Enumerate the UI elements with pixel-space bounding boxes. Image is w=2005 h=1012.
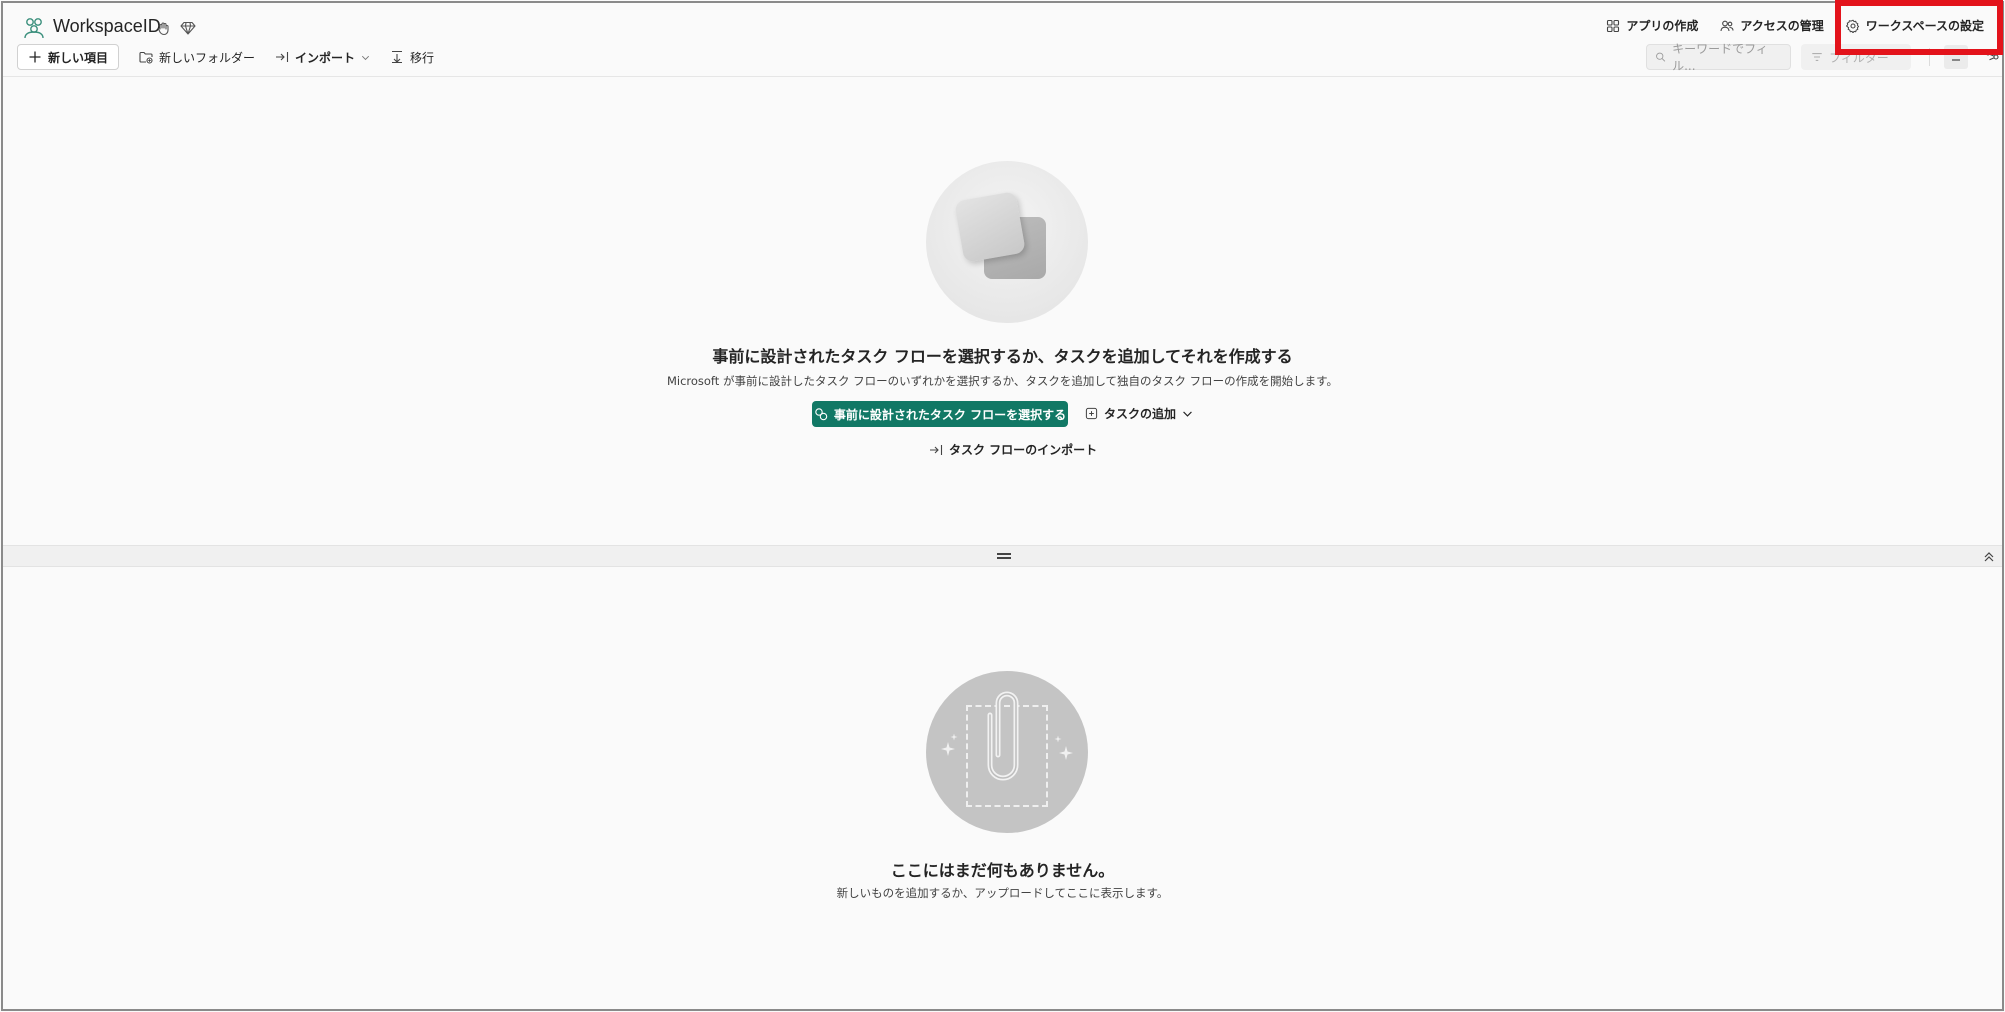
sparkle-icon (941, 742, 955, 756)
import-arrow-icon (276, 52, 289, 62)
sparkle-small-icon (950, 733, 958, 741)
add-task-label: タスクの追加 (1104, 407, 1177, 421)
import-task-flow-label: タスク フローのインポート (949, 443, 1098, 457)
filter-icon (1812, 53, 1822, 61)
sparkle-icon (1059, 746, 1073, 760)
sparkle-small-icon (1054, 735, 1062, 743)
toolbar: 新しい項目 新しいフォルダー インポート 移行 キーワードでフィル... フィル… (3, 42, 2002, 77)
filter-button[interactable]: フィルター (1801, 44, 1911, 70)
plus-icon (29, 51, 41, 63)
workspace-settings-button[interactable]: ワークスペースの設定 (1845, 17, 1984, 34)
paperclip-icon (987, 691, 1019, 781)
new-folder-button[interactable]: 新しいフォルダー (139, 49, 255, 66)
new-item-button[interactable]: 新しい項目 (17, 44, 120, 70)
diamond-icon[interactable] (180, 20, 196, 36)
chevron-down-icon (362, 55, 370, 60)
task-flow-title: 事前に設計されたタスク フローを選択するか、タスクを追加してそれを作成する (712, 347, 1293, 366)
chevron-down-icon (1183, 411, 1192, 417)
toolbar-divider (1929, 48, 1930, 66)
app-window: WorkspaceID アプリの作成 アクセスの管理 ワークスペースの設定 新し… (1, 1, 2004, 1011)
empty-state-subtitle: 新しいものを追加するか、アップロードしてここに表示します。 (836, 886, 1169, 900)
search-placeholder: キーワードでフィル... (1672, 42, 1768, 73)
workspace-title: WorkspaceID (53, 16, 161, 36)
empty-state-illustration (926, 671, 1088, 833)
manage-access-button[interactable]: アクセスの管理 (1720, 17, 1824, 34)
gear-icon (1845, 19, 1859, 33)
create-app-button[interactable]: アプリの作成 (1606, 17, 1698, 34)
import-button[interactable]: インポート (275, 49, 370, 66)
people-icon (1720, 20, 1734, 31)
download-arrow-icon (392, 50, 403, 64)
task-flow-illustration (926, 161, 1088, 323)
pane-splitter[interactable] (3, 545, 2002, 567)
create-app-label: アプリの作成 (1626, 19, 1699, 33)
workspace-settings-label: ワークスペースの設定 (1865, 19, 1984, 33)
manage-access-label: アクセスの管理 (1740, 19, 1824, 33)
keyword-filter-input[interactable]: キーワードでフィル... (1646, 42, 1791, 73)
new-folder-label: 新しいフォルダー (159, 50, 256, 65)
filter-label: フィルター (1829, 50, 1889, 65)
resize-grip-icon[interactable] (997, 553, 1011, 559)
workspace-logo-icon (24, 18, 44, 39)
task-flow-subtitle: Microsoft が事前に設計したタスク フローのいずれかを選択するか、タスク… (666, 374, 1339, 388)
lineage-icon[interactable] (1984, 49, 2000, 65)
import-task-flow-link[interactable]: タスク フローのインポート (929, 441, 1097, 458)
header-actions: アプリの作成 アクセスの管理 ワークスペースの設定 (1606, 17, 1984, 34)
grid-icon (1607, 19, 1620, 32)
add-box-icon (1085, 407, 1098, 420)
migrate-button[interactable]: 移行 (390, 49, 434, 66)
toolbar-right: キーワードでフィル... フィルター (1646, 42, 2002, 73)
task-flow-icon (815, 408, 828, 421)
import-arrow-icon (930, 444, 943, 455)
import-label: インポート (295, 50, 356, 65)
illustration-square-front (954, 191, 1026, 263)
chevron-double-up-icon[interactable] (1982, 550, 1996, 564)
select-task-flow-label: 事前に設計されたタスク フローを選択する (833, 407, 1067, 422)
migrate-label: 移行 (410, 50, 435, 65)
list-view-button[interactable] (1944, 45, 1968, 69)
new-item-label: 新しい項目 (48, 50, 109, 65)
toolbar-left: 新しい項目 新しいフォルダー インポート 移行 (17, 44, 434, 70)
select-task-flow-button[interactable]: 事前に設計されたタスク フローを選択する (812, 401, 1068, 427)
empty-state-title: ここにはまだ何もありません。 (890, 861, 1115, 880)
folder-add-icon (139, 51, 153, 64)
hand-icon[interactable] (156, 20, 172, 36)
list-view-icon (1952, 59, 1960, 61)
search-icon (1656, 52, 1666, 62)
add-task-button[interactable]: タスクの追加 (1085, 405, 1193, 422)
